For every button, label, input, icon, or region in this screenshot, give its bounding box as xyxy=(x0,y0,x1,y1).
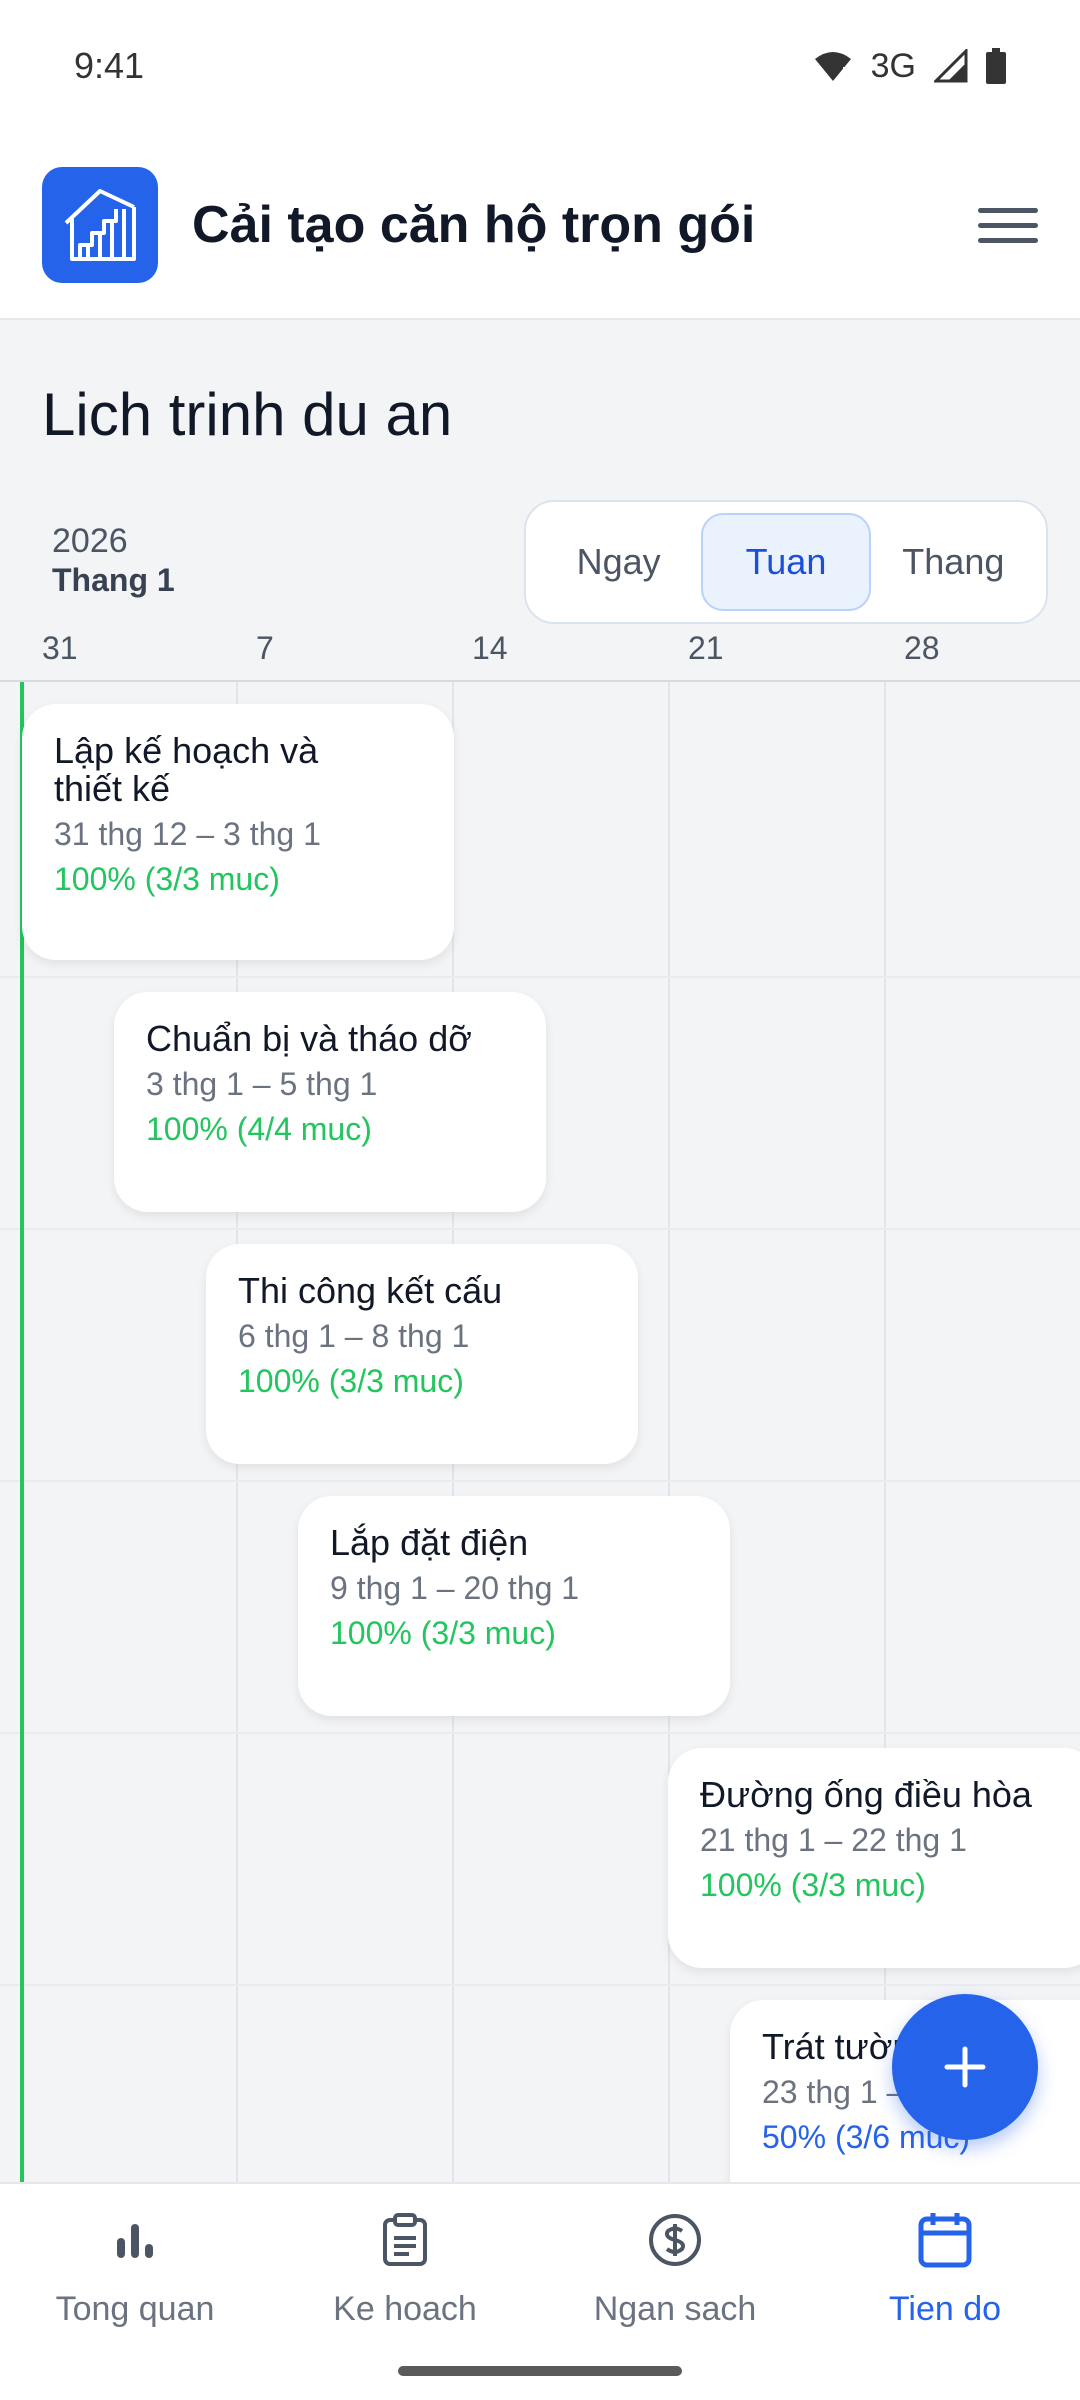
signal-icon xyxy=(934,49,968,83)
status-icons: 3G xyxy=(813,47,1006,86)
view-mode-selector: Ngay Tuan Thang xyxy=(524,500,1048,624)
bar-chart-icon xyxy=(105,2210,165,2270)
task-progress: 100% (3/3 muc) xyxy=(330,1615,556,1651)
nav-label: Tien do xyxy=(888,2290,1002,2328)
grid-line xyxy=(0,976,1080,978)
task-card[interactable]: Chuẩn bị và tháo dỡ 3 thg 1 – 5 thg 1 10… xyxy=(114,992,546,1212)
battery-icon xyxy=(986,48,1006,84)
grid-line xyxy=(0,1228,1080,1230)
nav-item-overview[interactable]: Tong quan xyxy=(0,2184,270,2400)
hamburger-menu-icon[interactable] xyxy=(978,195,1038,255)
task-name: Thi công kết cấu xyxy=(238,1270,503,1311)
app-bar: Cải tạo căn hộ trọn gói xyxy=(0,132,1080,320)
task-dates: 3 thg 1 – 5 thg 1 xyxy=(146,1066,378,1102)
nav-label: Ke hoach xyxy=(333,2290,477,2328)
clipboard-icon xyxy=(375,2210,435,2270)
view-mode-month[interactable]: Thang xyxy=(871,513,1036,611)
building-stairs-icon xyxy=(42,167,158,283)
task-dates: 9 thg 1 – 20 thg 1 xyxy=(330,1570,580,1606)
task-name: Lập kế hoạch và thiết kế xyxy=(54,730,319,809)
grid-line xyxy=(0,1984,1080,1986)
week-label: 21 xyxy=(688,630,724,666)
task-card[interactable]: Thi công kết cấu 6 thg 1 – 8 thg 1 100% … xyxy=(206,1244,638,1464)
period-month: Thang 1 xyxy=(52,562,175,598)
task-progress: 100% (4/4 muc) xyxy=(146,1111,372,1147)
grid-line xyxy=(0,1480,1080,1482)
wifi-icon xyxy=(814,52,851,82)
network-type: 3G xyxy=(870,46,916,85)
task-card[interactable]: Lắp đặt điện 9 thg 1 – 20 thg 1 100% (3/… xyxy=(298,1496,730,1716)
grid-line xyxy=(668,682,670,2182)
add-task-button[interactable] xyxy=(892,1994,1038,2140)
task-progress: 100% (3/3 muc) xyxy=(238,1363,464,1399)
page-title: Lich trinh du an xyxy=(42,381,453,448)
task-name: Đường ống điều hòa xyxy=(700,1774,1032,1815)
task-dates: 31 thg 12 – 3 thg 1 xyxy=(54,816,321,852)
week-label: 31 xyxy=(42,630,78,666)
timeline-grid[interactable]: Lập kế hoạch và thiết kế 31 thg 12 – 3 t… xyxy=(0,682,1080,2182)
status-time: 9:41 xyxy=(74,45,145,86)
nav-label: Ngan sach xyxy=(593,2290,757,2328)
week-label: 7 xyxy=(256,630,274,666)
task-name: Chuẩn bị và tháo dỡ xyxy=(146,1018,472,1059)
calendar-icon xyxy=(915,2210,975,2270)
view-mode-day[interactable]: Ngay xyxy=(536,513,701,611)
task-progress: 100% (3/3 muc) xyxy=(700,1867,926,1903)
timeline-header: 31 7 14 21 28 xyxy=(0,630,1080,680)
task-progress: 100% (3/3 muc) xyxy=(54,861,280,897)
task-dates: 6 thg 1 – 8 thg 1 xyxy=(238,1318,470,1354)
nav-label: Tong quan xyxy=(55,2290,215,2328)
app-title: Cải tạo căn hộ trọn gói xyxy=(192,196,756,254)
home-indicator[interactable] xyxy=(398,2366,682,2376)
view-mode-week[interactable]: Tuan xyxy=(701,513,871,611)
task-name: Lắp đặt điện xyxy=(330,1522,529,1563)
period-year: 2026 xyxy=(52,522,128,560)
grid-line xyxy=(0,1732,1080,1734)
task-card[interactable]: Lập kế hoạch và thiết kế 31 thg 12 – 3 t… xyxy=(22,704,454,960)
dollar-circle-icon xyxy=(645,2210,705,2270)
week-label: 14 xyxy=(472,630,508,666)
plus-icon xyxy=(944,2046,986,2088)
task-dates: 21 thg 1 – 22 thg 1 xyxy=(700,1822,967,1858)
nav-item-progress[interactable]: Tien do xyxy=(810,2184,1080,2400)
week-label: 28 xyxy=(904,630,940,666)
task-card[interactable]: Đường ống điều hòa 21 thg 1 – 22 thg 1 1… xyxy=(668,1748,1080,1968)
status-bar: 9:41 3G xyxy=(0,0,1080,132)
